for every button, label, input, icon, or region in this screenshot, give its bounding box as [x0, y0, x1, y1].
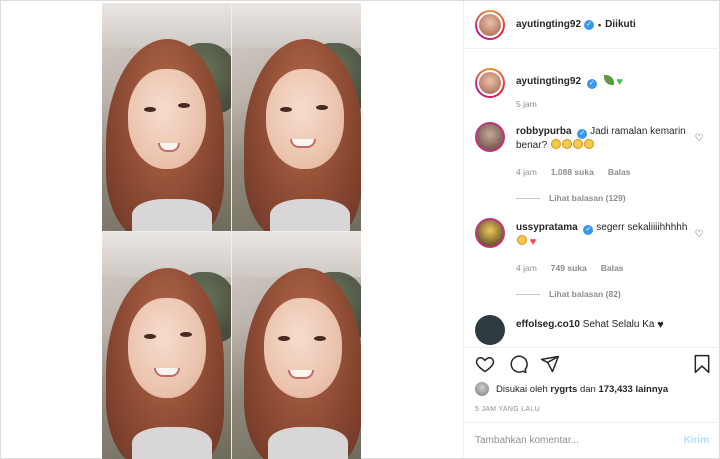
comment-likes[interactable]: 749 suka: [551, 263, 587, 273]
grin-emoji-icon: [550, 139, 561, 149]
author-avatar[interactable]: [475, 9, 505, 40]
liker-avatar[interactable]: [475, 382, 489, 396]
add-comment-bar: Tambahkan komentar... Kirim: [464, 422, 720, 457]
verified-icon: ✓: [584, 19, 595, 30]
comment-username[interactable]: robbypurba: [516, 126, 572, 137]
follow-status-button[interactable]: Diikuti: [605, 19, 636, 30]
commenter-avatar[interactable]: [475, 218, 505, 248]
comment-username[interactable]: effolseg.co10: [516, 319, 580, 330]
view-replies-button[interactable]: Lihat balasan (82): [516, 289, 621, 299]
caption-avatar[interactable]: [475, 68, 505, 98]
comment-text: Sehat Selalu Ka: [582, 319, 655, 330]
comment-like-icon[interactable]: ♡: [694, 230, 704, 240]
verified-icon: ✓: [577, 129, 588, 139]
comment-time[interactable]: 4 jam: [516, 167, 537, 177]
grin-emoji-icon: [572, 139, 583, 149]
comment-icon[interactable]: [508, 354, 528, 374]
verified-icon: ✓: [586, 79, 597, 89]
post-actions: Disukai oleh rygrts dan 173,433 lainnya …: [464, 347, 720, 457]
commenter-avatar[interactable]: [475, 122, 505, 152]
photo-tile-3: [102, 232, 231, 459]
likes-count[interactable]: 173,433 lainnya: [598, 384, 668, 395]
tongue-emoji-icon: [517, 235, 527, 245]
post-header: ayutingting92 ✓ • Diikuti: [464, 1, 720, 49]
likes-middle: dan: [579, 383, 596, 395]
red-heart-emoji-icon: ♥: [529, 236, 537, 248]
post-sidebar: ayutingting92 ✓ • Diikuti ayutingting92 …: [463, 1, 720, 458]
comments-list[interactable]: ayutingting92 ✓ ♥ 5 jam robbypurba ✓ Jad…: [464, 50, 720, 347]
author-username[interactable]: ayutingting92: [516, 19, 581, 30]
reply-button[interactable]: Balas: [601, 263, 624, 273]
view-replies-label: Lihat balasan (129): [549, 193, 626, 203]
instagram-post: ayutingting92 ✓ • Diikuti ayutingting92 …: [0, 0, 720, 459]
view-replies-label: Lihat balasan (82): [549, 289, 621, 299]
likes-summary: Disukai oleh rygrts dan 173,433 lainnya: [475, 382, 668, 396]
comment-likes[interactable]: 1.088 suka: [551, 167, 594, 177]
leaf-emoji-icon: [603, 75, 614, 85]
post-timestamp[interactable]: 5 JAM YANG LALU: [475, 406, 540, 413]
bookmark-icon[interactable]: [693, 354, 711, 374]
view-replies-button[interactable]: Lihat balasan (129): [516, 193, 626, 203]
green-heart-emoji-icon: ♥: [616, 76, 623, 88]
comment-time[interactable]: 4 jam: [516, 263, 537, 273]
comment-text: segerr sekaliiiihhhhh: [596, 222, 688, 233]
grin-emoji-icon: [583, 139, 594, 149]
caption-time[interactable]: 5 jam: [516, 99, 537, 109]
photo-tile-4: [232, 232, 361, 459]
comment-input[interactable]: Tambahkan komentar...: [475, 435, 579, 446]
caption-username[interactable]: ayutingting92: [516, 76, 581, 87]
liker-username[interactable]: rygrts: [550, 384, 577, 395]
action-icons: [475, 354, 711, 376]
black-heart-emoji-icon: ♥: [657, 319, 664, 331]
grin-emoji-icon: [561, 139, 572, 149]
separator-dot: •: [598, 19, 602, 30]
photo-tile-2: [232, 3, 361, 231]
likes-prefix: Disukai oleh: [496, 383, 548, 395]
comment-username[interactable]: ussypratama: [516, 222, 578, 233]
send-comment-button[interactable]: Kirim: [683, 435, 709, 446]
reply-button[interactable]: Balas: [608, 167, 631, 177]
verified-icon: ✓: [583, 225, 594, 235]
share-icon[interactable]: [540, 354, 560, 374]
post-media: [1, 1, 463, 459]
commenter-avatar[interactable]: [475, 315, 505, 345]
photo-tile-1: [102, 3, 231, 231]
heart-icon[interactable]: [475, 354, 495, 374]
comment-like-icon[interactable]: ♡: [694, 134, 704, 144]
photo-collage[interactable]: [102, 3, 361, 459]
